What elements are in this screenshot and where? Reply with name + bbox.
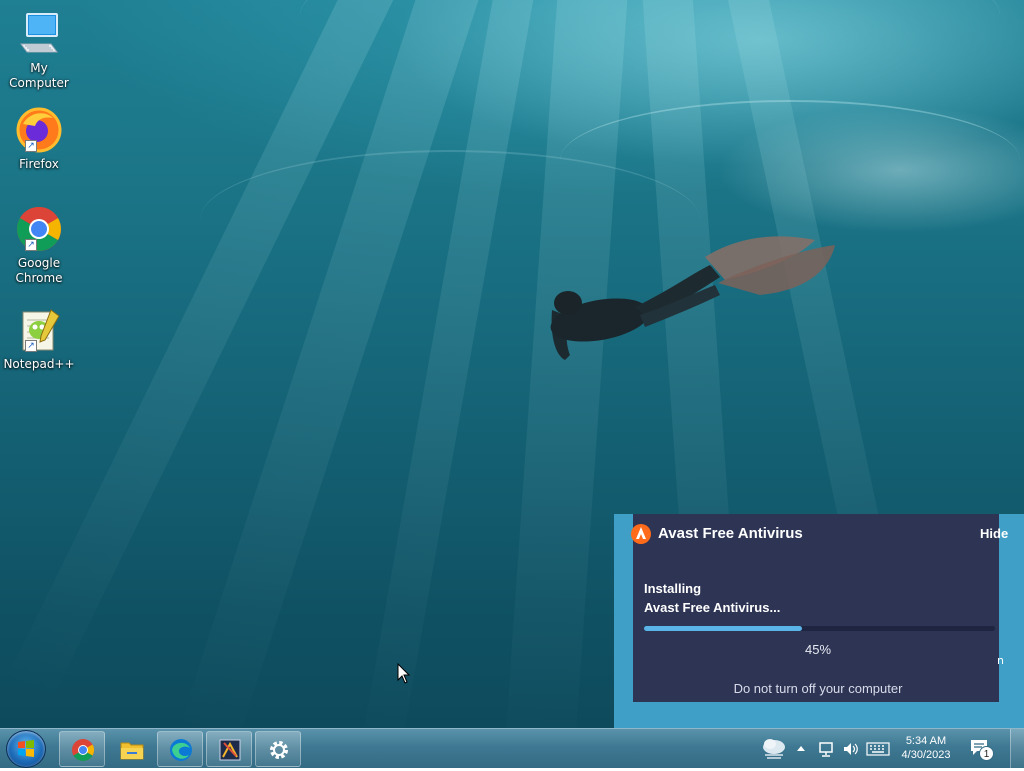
shortcut-arrow-icon: ↗ <box>25 340 37 352</box>
folder-icon <box>120 742 144 760</box>
install-progress-fill <box>644 626 802 631</box>
avast-header: Avast Free Antivirus <box>631 514 999 556</box>
desktop-icon-notepadpp[interactable]: ↗ Notepad++ <box>2 306 76 372</box>
diver-silhouette <box>550 236 835 360</box>
desktop-icon-label: Notepad++ <box>3 357 75 371</box>
keyboard-icon[interactable] <box>866 741 890 757</box>
mouse-cursor-icon <box>397 663 411 684</box>
install-progress-percent: 45% <box>804 642 832 657</box>
start-button[interactable] <box>6 730 46 768</box>
hide-button[interactable]: Hide <box>980 526 1008 541</box>
taskbar-file-explorer-button[interactable] <box>108 731 154 767</box>
volume-icon[interactable] <box>842 740 860 758</box>
clock-time: 5:34 AM <box>905 735 947 747</box>
computer-icon <box>15 10 63 58</box>
network-icon[interactable] <box>818 740 836 758</box>
weather-cloud-icon[interactable] <box>760 735 788 761</box>
taskbar-clock[interactable]: 5:34 AM 4/30/2023 <box>890 734 962 762</box>
notification-count-badge: 1 <box>979 746 994 761</box>
taskbar: 5:34 AM 4/30/2023 1 <box>0 728 1024 769</box>
install-status-line2: Avast Free Antivirus... <box>644 600 781 615</box>
avast-title: Avast Free Antivirus <box>658 525 803 542</box>
taskbar-chrome-button[interactable] <box>59 731 105 767</box>
desktop-icon-my-computer[interactable]: My Computer <box>2 10 76 91</box>
notepadpp-icon: ↗ <box>15 306 63 354</box>
taskbar-app-button[interactable] <box>206 731 252 767</box>
taskbar-settings-button[interactable] <box>255 731 301 767</box>
avast-installer-panel: Avast Free Antivirus Installing Avast Fr… <box>614 514 1024 728</box>
install-status-line1: Installing <box>644 581 702 596</box>
desktop-icon-google-chrome[interactable]: ↗ Google Chrome <box>2 205 76 286</box>
avast-logo-icon <box>631 524 651 544</box>
action-center-button[interactable]: 1 <box>969 738 994 762</box>
shortcut-arrow-icon: ↗ <box>25 239 37 251</box>
desktop-icon-label: Google Chrome <box>15 256 63 285</box>
desktop-icon-firefox[interactable]: ↗ Firefox <box>2 106 76 172</box>
edge-icon <box>170 739 192 761</box>
windows-start-icon <box>18 740 34 757</box>
gear-icon <box>270 741 288 759</box>
desktop-icon-label: My Computer <box>9 61 69 90</box>
chrome-icon <box>72 739 94 761</box>
install-progress-bar <box>644 626 995 631</box>
app-window-icon <box>219 739 241 761</box>
shortcut-arrow-icon: ↗ <box>25 140 37 152</box>
taskbar-edge-button[interactable] <box>157 731 203 767</box>
system-tray: 5:34 AM 4/30/2023 1 <box>760 729 1024 769</box>
chrome-icon: ↗ <box>15 205 63 253</box>
clipped-text: n <box>997 654 1004 667</box>
desktop-icon-label: Firefox <box>19 157 59 171</box>
firefox-icon: ↗ <box>15 106 63 154</box>
clock-date: 4/30/2023 <box>901 749 951 761</box>
install-warning-note: Do not turn off your computer <box>733 681 903 696</box>
show-desktop-button[interactable] <box>1010 729 1024 769</box>
avast-installer-card: Avast Free Antivirus Installing Avast Fr… <box>631 514 999 702</box>
chevron-up-icon[interactable] <box>796 744 806 752</box>
